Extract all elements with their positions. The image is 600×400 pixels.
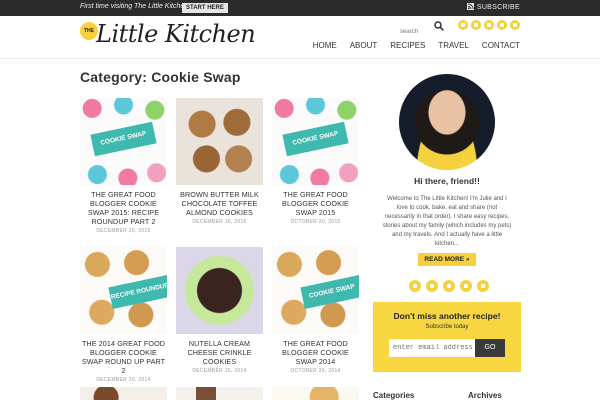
pinterest-icon[interactable]: [497, 20, 507, 30]
post-thumbnail[interactable]: COOKIE SWAP: [272, 98, 359, 185]
facebook-icon[interactable]: [484, 20, 494, 30]
post-card[interactable]: NUTELLA CREAM CHEESE CRINKLE COOKIES DEC…: [176, 247, 263, 374]
post-title[interactable]: THE GREAT FOOD BLOGGER COOKIE SWAP 2015: [272, 190, 359, 217]
nav-travel[interactable]: TRAVEL: [438, 41, 469, 50]
post-date: DECEMBER 20, 2015: [96, 228, 151, 234]
email-icon[interactable]: [510, 20, 520, 30]
newsletter-signup: Don't miss another recipe! Subscribe tod…: [373, 302, 521, 372]
post-card[interactable]: COOKIE SWAP THE GREAT FOOD BLOGGER COOKI…: [272, 98, 359, 225]
twitter-icon[interactable]: [426, 280, 438, 292]
post-date: OCTOBER 26, 2014: [290, 368, 341, 374]
rss-icon: [466, 3, 474, 10]
thumbnail-banner: COOKIE SWAP: [282, 121, 349, 157]
start-here-button[interactable]: START HERE: [182, 3, 228, 13]
post-date: DECEMBER 20, 2014: [96, 377, 151, 383]
categories-heading: Categories: [373, 391, 415, 400]
post-card[interactable]: RECIPE ROUNDUP THE 2014 GREAT FOOD BLOGG…: [80, 247, 167, 383]
post-thumbnail[interactable]: RECIPE ROUNDUP: [80, 247, 167, 334]
archives-heading: Archives: [468, 391, 502, 400]
sidebar-greeting: Hi there, friend!!: [414, 176, 480, 186]
nav-recipes[interactable]: RECIPES: [390, 41, 425, 50]
nav-contact[interactable]: CONTACT: [482, 41, 520, 50]
post-thumbnail[interactable]: [176, 98, 263, 185]
post-date: OCTOBER 20, 2015: [290, 219, 341, 225]
instagram-icon[interactable]: [409, 280, 421, 292]
post-thumbnail[interactable]: [176, 387, 263, 400]
author-bio: Welcome to The Little Kitchen! I'm Julie…: [382, 196, 512, 247]
subscribe-link[interactable]: SUBSCRIBE: [466, 3, 520, 11]
pinterest-icon[interactable]: [460, 280, 472, 292]
instagram-icon[interactable]: [458, 20, 468, 30]
search-icon[interactable]: [434, 21, 444, 31]
post-thumbnail[interactable]: COOKIE SWAP: [272, 247, 359, 334]
main-nav: HOME ABOUT RECIPES TRAVEL CONTACT: [313, 41, 520, 50]
logo-text: Little Kitchen: [96, 20, 256, 48]
nav-home[interactable]: HOME: [313, 41, 337, 50]
read-more-button[interactable]: READ MORE »: [418, 253, 476, 266]
subscribe-label: SUBSCRIBE: [476, 4, 520, 11]
signup-heading: Don't miss another recipe!: [393, 311, 501, 321]
search-box: [400, 20, 445, 35]
nav-about[interactable]: ABOUT: [350, 41, 378, 50]
thumbnail-banner: COOKIE SWAP: [90, 121, 157, 157]
search-input[interactable]: [400, 29, 430, 35]
header-social-icons: [458, 20, 520, 30]
post-date: DECEMBER 15, 2014: [192, 368, 247, 374]
thumbnail-banner: COOKIE SWAP: [300, 275, 359, 309]
post-thumbnail[interactable]: [272, 387, 359, 400]
header-divider: [0, 58, 600, 59]
sidebar-social-icons: [409, 280, 489, 292]
page-title: Category: Cookie Swap: [80, 69, 241, 85]
facebook-icon[interactable]: [443, 280, 455, 292]
post-thumbnail[interactable]: [176, 247, 263, 334]
email-icon[interactable]: [477, 280, 489, 292]
post-title[interactable]: NUTELLA CREAM CHEESE CRINKLE COOKIES: [176, 339, 263, 366]
post-card[interactable]: COOKIE SWAP THE GREAT FOOD BLOGGER COOKI…: [272, 247, 359, 374]
site-logo[interactable]: THE Little Kitchen: [80, 20, 256, 56]
author-avatar: [399, 74, 495, 170]
thumbnail-banner: RECIPE ROUNDUP: [108, 275, 167, 309]
first-time-text: First time visiting The Little Kitchen?: [80, 3, 193, 10]
post-title[interactable]: THE GREAT FOOD BLOGGER COOKIE SWAP 2014: [272, 339, 359, 366]
post-title[interactable]: THE GREAT FOOD BLOGGER COOKIE SWAP 2015:…: [80, 190, 167, 226]
post-card[interactable]: COOKIE SWAP THE GREAT FOOD BLOGGER COOKI…: [80, 98, 167, 234]
post-date: DECEMBER 16, 2015: [192, 219, 247, 225]
signup-subheading: Subscribe today: [425, 324, 469, 330]
post-title[interactable]: BROWN BUTTER MILK CHOCOLATE TOFFEE ALMON…: [176, 190, 263, 217]
go-button[interactable]: GO: [475, 339, 505, 357]
post-title[interactable]: THE 2014 GREAT FOOD BLOGGER COOKIE SWAP …: [80, 339, 167, 375]
post-thumbnail[interactable]: [80, 387, 167, 400]
post-thumbnail[interactable]: COOKIE SWAP: [80, 98, 167, 185]
email-field[interactable]: [389, 339, 475, 357]
top-bar: First time visiting The Little Kitchen? …: [0, 0, 600, 16]
twitter-icon[interactable]: [471, 20, 481, 30]
post-card[interactable]: BROWN BUTTER MILK CHOCOLATE TOFFEE ALMON…: [176, 98, 263, 225]
